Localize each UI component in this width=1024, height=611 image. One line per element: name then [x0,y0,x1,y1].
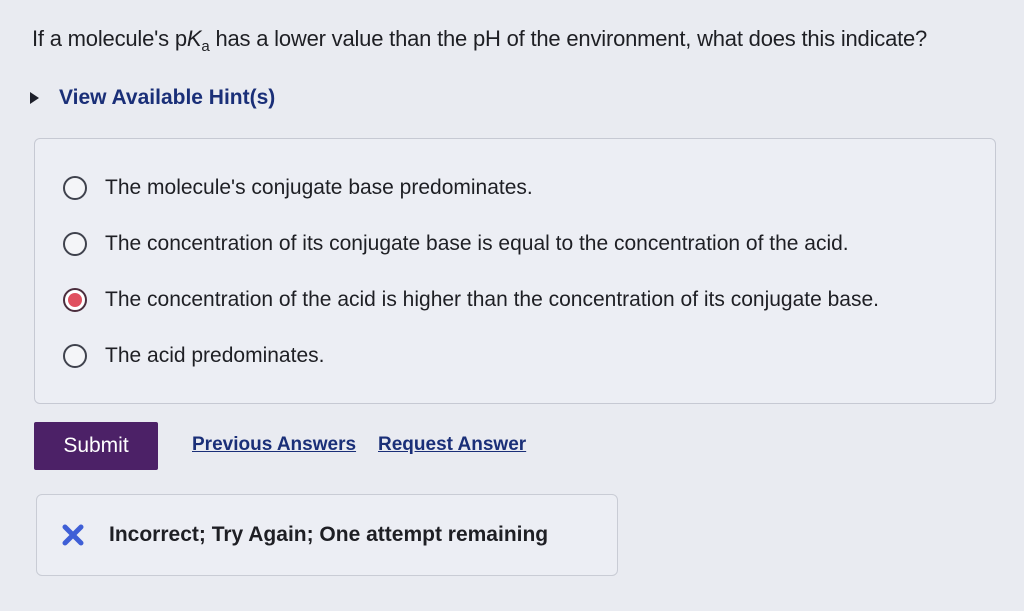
radio-icon[interactable] [63,232,87,256]
question-text: If a molecule's pKa has a lower value th… [32,26,928,55]
choice-label: The acid predominates. [105,344,325,367]
x-mark-icon [62,524,84,546]
choice-label: The concentration of its conjugate base … [105,232,849,255]
answer-choices: The molecule's conjugate base predominat… [34,138,996,404]
choice-option-2[interactable]: The concentration of its conjugate base … [63,232,849,256]
view-hints-toggle[interactable]: View Available Hint(s) [30,86,275,110]
expand-triangle-icon [30,92,39,104]
request-answer-link[interactable]: Request Answer [378,434,526,456]
view-hints-label: View Available Hint(s) [59,86,276,109]
choice-option-4[interactable]: The acid predominates. [63,344,324,368]
submit-button[interactable]: Submit [34,422,158,470]
question-suffix: has a lower value than the pH of the env… [209,26,928,51]
radio-icon[interactable] [63,176,87,200]
feedback-message: Incorrect; Try Again; One attempt remain… [109,523,549,546]
question-prefix: If a molecule's p [32,26,187,51]
choice-label: The concentration of the acid is higher … [105,288,879,311]
radio-icon[interactable] [63,344,87,368]
radio-selected-icon[interactable] [63,288,87,312]
feedback-box: Incorrect; Try Again; One attempt remain… [36,494,618,576]
choice-option-3[interactable]: The concentration of the acid is higher … [63,288,879,312]
question-subscript: a [201,38,210,55]
question-k: K [186,26,202,51]
choice-label: The molecule's conjugate base predominat… [105,176,533,199]
choice-option-1[interactable]: The molecule's conjugate base predominat… [63,176,533,200]
previous-answers-link[interactable]: Previous Answers [192,434,356,456]
